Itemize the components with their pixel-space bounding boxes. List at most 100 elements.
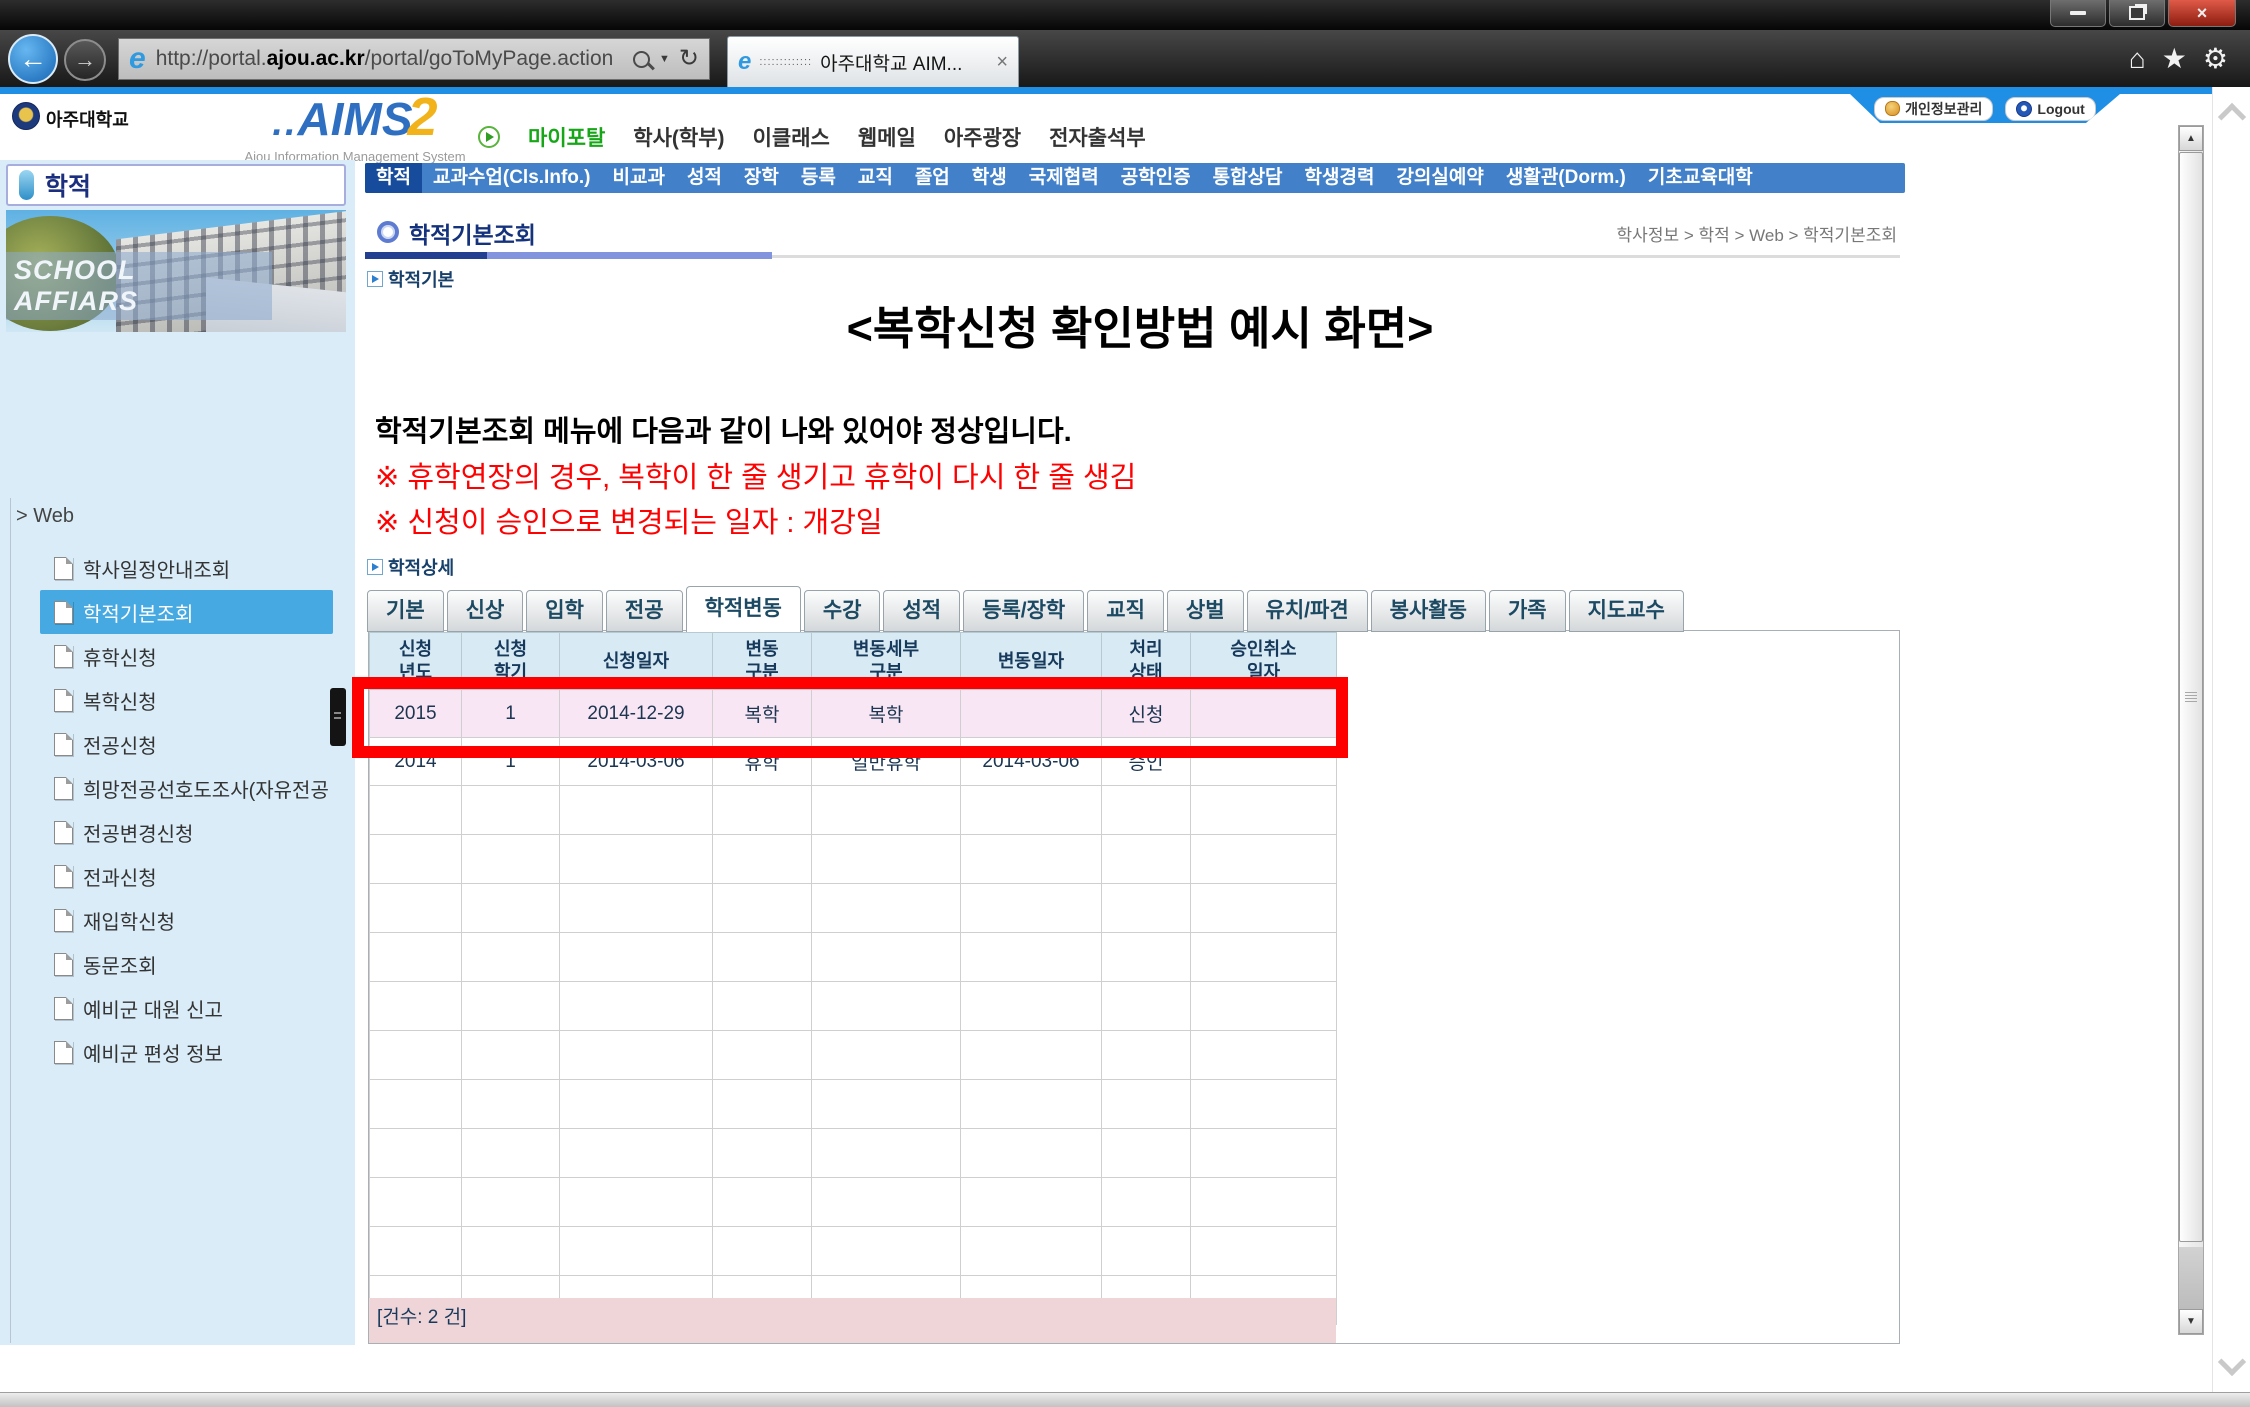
- menubar-item[interactable]: 장학: [733, 163, 790, 193]
- tab[interactable]: 성적: [883, 590, 960, 632]
- browser-tab[interactable]: e ::::::::::::: 아주대학교 AIM... ×: [727, 36, 1019, 87]
- minimize-button[interactable]: [2050, 0, 2106, 27]
- url-dropdown-icon[interactable]: ▼: [659, 53, 670, 65]
- menubar-item[interactable]: 성적: [676, 163, 733, 193]
- restore-button[interactable]: [2109, 0, 2165, 27]
- window-bottom-edge: [0, 1392, 2250, 1407]
- records-tbody: 2015 1 2014-12-29 복학 복학 신청 2014 1 2014-0…: [370, 690, 1337, 1325]
- sidebar-item[interactable]: 휴학신청: [40, 634, 333, 678]
- home-icon[interactable]: ⌂: [2129, 44, 2146, 74]
- warning-note-2: ※ 신청이 승인으로 변경되는 일자 : 개강일: [375, 499, 883, 541]
- tab[interactable]: 봉사활동: [1371, 590, 1486, 632]
- sidebar-item[interactable]: 예비군 대원 신고: [40, 986, 333, 1030]
- scroll-down-button[interactable]: ▼: [2179, 1309, 2203, 1334]
- tab[interactable]: 기본: [367, 590, 444, 632]
- sidebar-item[interactable]: 재입학신청: [40, 898, 333, 942]
- tab[interactable]: 입학: [526, 590, 603, 632]
- menubar-item[interactable]: 학생경력: [1294, 163, 1386, 193]
- sidebar-item[interactable]: 학사일정안내조회: [40, 546, 333, 590]
- portal-nav-item[interactable]: 웹메일: [858, 122, 916, 152]
- content-scrollbar[interactable]: ▲ ▼: [2178, 125, 2204, 1335]
- scrollbar-thumb[interactable]: [2179, 152, 2203, 1242]
- tab[interactable]: 학적변동: [686, 586, 801, 632]
- sidebar-item[interactable]: 전과신청: [40, 854, 333, 898]
- tab[interactable]: 유치/파견: [1247, 590, 1368, 632]
- back-button[interactable]: ←: [8, 34, 58, 84]
- title-underline-dark: [365, 252, 487, 259]
- sidebar-item[interactable]: 예비군 편성 정보: [40, 1030, 333, 1074]
- chevron-down-icon[interactable]: [2218, 1348, 2246, 1376]
- sidebar-item[interactable]: 전공변경신청: [40, 810, 333, 854]
- settings-gear-icon[interactable]: ⚙: [2203, 44, 2228, 74]
- menubar-item[interactable]: 학생: [961, 163, 1018, 193]
- menubar-item[interactable]: 국제협력: [1018, 163, 1110, 193]
- menubar-item[interactable]: 생활관(Dorm.): [1495, 163, 1637, 193]
- minimize-icon: [2070, 11, 2086, 15]
- menubar-item[interactable]: 공학인증: [1110, 163, 1202, 193]
- menubar-item[interactable]: 등록: [790, 163, 847, 193]
- document-icon: [54, 953, 73, 976]
- menubar-item[interactable]: 졸업: [904, 163, 961, 193]
- menubar-item[interactable]: 통합상담: [1202, 163, 1294, 193]
- sidebar-menu: 학사일정안내조회 학적기본조회 휴학신청 복학신청 전공신청: [0, 546, 355, 1074]
- restore-icon: [2129, 6, 2145, 20]
- table-row-empty: [370, 1129, 1337, 1178]
- forward-button[interactable]: →: [64, 39, 106, 81]
- menubar-item[interactable]: 학적: [365, 163, 422, 193]
- tab-close-icon[interactable]: ×: [996, 51, 1008, 74]
- tab[interactable]: 가족: [1489, 590, 1566, 632]
- document-icon: [54, 557, 73, 580]
- tab[interactable]: 수강: [804, 590, 881, 632]
- privacy-settings-button[interactable]: 개인정보관리: [1874, 97, 1993, 121]
- search-icon[interactable]: [633, 51, 650, 68]
- sidebar-category-title: 학적: [45, 167, 91, 203]
- sidebar: 학적 SCHOOL AFFIARS > Web 학사일정안내조회 학적기본조회 …: [0, 160, 355, 1345]
- tree-root-web[interactable]: > Web: [16, 505, 74, 528]
- logout-button[interactable]: Logout: [2005, 97, 2095, 121]
- portal-nav-item[interactable]: 이클래스: [753, 122, 830, 152]
- url-text: http://portal.ajou.ac.kr/portal/goToMyPa…: [156, 47, 633, 71]
- document-icon: [54, 997, 73, 1020]
- portal-nav: 마이포탈 학사(학부) 이클래스 웹메일 아주광장 전자출석부: [478, 122, 1146, 152]
- portal-nav-item[interactable]: 마이포탈: [528, 122, 605, 152]
- sidebar-collapse-handle[interactable]: [330, 688, 346, 746]
- tab[interactable]: 전공: [606, 590, 683, 632]
- sidebar-item[interactable]: 희망전공선호도조사(자유전공: [40, 766, 333, 810]
- tab[interactable]: 등록/장학: [963, 590, 1084, 632]
- chevron-up-icon[interactable]: [2218, 103, 2246, 131]
- privacy-icon: [1885, 101, 1900, 116]
- scrollbar-track-shade: [2179, 1247, 2203, 1309]
- session-buttons-deco: 개인정보관리 Logout: [1850, 94, 2120, 123]
- portal-nav-item[interactable]: 학사(학부): [633, 122, 724, 152]
- sidebar-item-label: 예비군 대원 신고: [83, 994, 223, 1023]
- university-name: 아주대학교: [46, 106, 129, 132]
- tab[interactable]: 상벌: [1167, 590, 1244, 632]
- sidebar-item[interactable]: 동문조회: [40, 942, 333, 986]
- scroll-down-icon: ▼: [2186, 1316, 2196, 1327]
- favorites-star-icon[interactable]: ★: [2162, 44, 2187, 74]
- menubar-item[interactable]: 교과수업(Cls.Info.): [422, 163, 602, 193]
- menubar-item[interactable]: 기초교육대학: [1637, 163, 1764, 193]
- sidebar-item[interactable]: 전공신청: [40, 722, 333, 766]
- address-bar[interactable]: e http://portal.ajou.ac.kr/portal/goToMy…: [118, 38, 710, 80]
- sidebar-item[interactable]: 학적기본조회: [40, 590, 333, 634]
- tab[interactable]: 지도교수: [1569, 590, 1684, 632]
- sidebar-item[interactable]: 복학신청: [40, 678, 333, 722]
- portal-nav-item[interactable]: 전자출석부: [1049, 122, 1146, 152]
- menubar-item[interactable]: 비교과: [602, 163, 676, 193]
- portal-nav-item[interactable]: 아주광장: [944, 122, 1021, 152]
- tab[interactable]: 신상: [447, 590, 524, 632]
- document-icon: [54, 689, 73, 712]
- tab[interactable]: 교직: [1087, 590, 1164, 632]
- menubar-item[interactable]: 교직: [847, 163, 904, 193]
- refresh-icon[interactable]: ↻: [679, 47, 699, 71]
- play-icon: [478, 126, 500, 148]
- page-title: 학적기본조회: [409, 216, 536, 250]
- close-button[interactable]: ×: [2168, 0, 2236, 27]
- menubar-item[interactable]: 강의실예약: [1385, 163, 1494, 193]
- ie-logo-icon: e: [129, 44, 146, 74]
- scroll-up-button[interactable]: ▲: [2179, 126, 2203, 151]
- browser-toolbar-icons: ⌂ ★ ⚙: [2129, 44, 2228, 74]
- window-titlebar: ×: [0, 0, 2250, 30]
- table-row-empty: [370, 884, 1337, 933]
